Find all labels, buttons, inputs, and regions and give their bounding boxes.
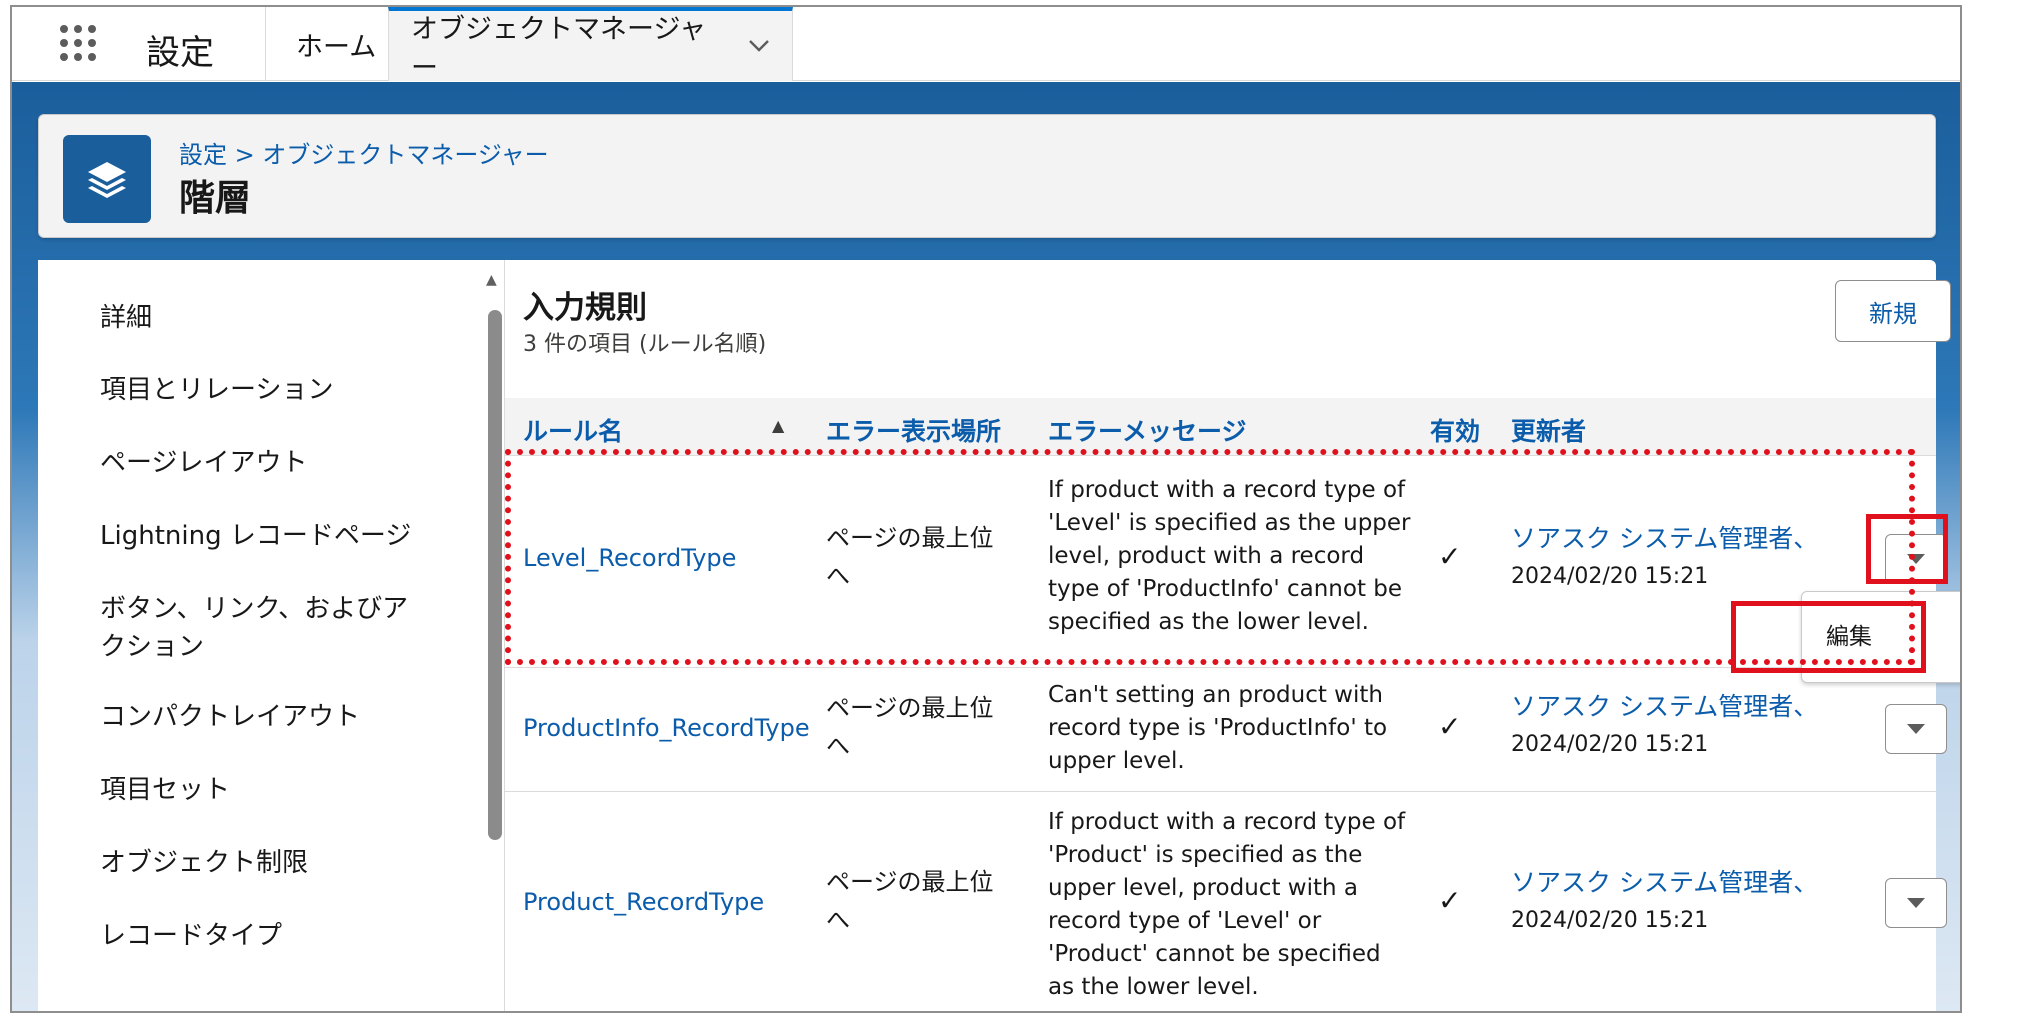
sidebar-item-fields[interactable]: 項目とリレーション	[100, 371, 333, 409]
app-name: 設定	[146, 33, 214, 73]
app-launcher-icon[interactable]	[60, 21, 100, 65]
col-error-message[interactable]: エラーメッセージ	[1048, 412, 1247, 448]
item-count: 3 件の項目 (ルール名順)	[523, 332, 767, 357]
rule-name-link[interactable]: ProductInfo_RecordType	[523, 712, 810, 745]
error-location: ページの最上位	[826, 694, 994, 722]
error-message-line: 'Product' is specified as the	[1048, 842, 1363, 868]
scroll-up-icon[interactable]: ▲	[486, 272, 497, 288]
sidebar-item-field-sets[interactable]: 項目セット	[100, 771, 230, 809]
layers-icon	[63, 135, 151, 223]
error-location: ページの最上位	[826, 868, 994, 896]
sidebar-item-buttons-links[interactable]: ボタン、リンク、およびア	[100, 590, 408, 628]
modified-date: 2024/02/20 15:21	[1511, 908, 1709, 933]
tab-object-manager-label: オブジェクトマネージャー	[411, 14, 707, 84]
sort-ascending-icon[interactable]: ▲	[772, 416, 784, 435]
global-nav: 設定 ホーム オブジェクトマネージャー	[12, 7, 1960, 84]
sidebar-item-buttons-links-cont[interactable]: クション	[100, 628, 204, 666]
breadcrumb[interactable]: 設定 > オブジェクトマネージャー	[179, 135, 549, 170]
sidebar-item-compact-layouts[interactable]: コンパクトレイアウト	[100, 698, 360, 736]
col-rule-name[interactable]: ルール名	[523, 412, 623, 448]
row-actions-button[interactable]	[1885, 704, 1947, 754]
nav-divider	[265, 7, 266, 81]
page-title: 階層	[179, 178, 252, 219]
row-actions-button[interactable]	[1885, 878, 1947, 928]
error-message-line: If product with a record type of	[1048, 809, 1406, 835]
table-header: ルール名 ▲ エラー表示場所 エラーメッセージ 有効 更新者	[505, 398, 1936, 456]
error-location-cont: へ	[826, 906, 850, 934]
sidebar-scrollbar[interactable]: ▲	[483, 260, 503, 1011]
annotation-highlight-menu-button	[1866, 514, 1948, 584]
sidebar-item-details[interactable]: 詳細	[100, 299, 152, 337]
new-button[interactable]: 新規	[1835, 280, 1951, 342]
scrollbar-thumb[interactable]	[488, 310, 502, 840]
sidebar-item-lightning-pages[interactable]: Lightning レコードページ	[100, 517, 411, 555]
error-message-line: record type of 'Level' or	[1048, 908, 1322, 934]
table-row: ProductInfo_RecordType ページの最上位 へ Can't s…	[505, 668, 1947, 792]
error-message-line: upper level.	[1048, 748, 1185, 774]
col-active[interactable]: 有効	[1430, 412, 1480, 448]
tab-object-manager[interactable]: オブジェクトマネージャー	[388, 7, 793, 84]
dropdown-arrow-icon	[1907, 898, 1925, 908]
error-message-line: as the lower level.	[1048, 974, 1259, 1000]
rule-name-link[interactable]: Product_RecordType	[523, 886, 764, 919]
active-check-icon: ✓	[1438, 884, 1462, 917]
annotation-highlight-row	[505, 449, 1915, 665]
error-message-line: Can't setting an product with	[1048, 682, 1383, 708]
error-message-line: record type is 'ProductInfo' to	[1048, 715, 1388, 741]
tab-home[interactable]: ホーム	[274, 7, 398, 81]
error-location-cont: へ	[826, 732, 850, 760]
modified-by-link[interactable]: ソアスク システム管理者、	[1511, 866, 1818, 899]
annotation-highlight-edit-item	[1731, 601, 1926, 673]
page-header: 設定 > オブジェクトマネージャー 階層	[38, 114, 1936, 238]
error-message-line: 'Product' cannot be specified	[1048, 941, 1381, 967]
dropdown-arrow-icon	[1907, 724, 1925, 734]
chevron-down-icon[interactable]	[748, 34, 770, 59]
section-title: 入力規則	[523, 290, 647, 326]
sidebar-item-object-limits[interactable]: オブジェクト制限	[100, 844, 308, 882]
table-row: Product_RecordType ページの最上位 へ If product …	[505, 792, 1947, 1011]
tab-home-label: ホーム	[296, 31, 377, 63]
col-modified-by[interactable]: 更新者	[1511, 412, 1586, 448]
modified-by-link[interactable]: ソアスク システム管理者、	[1511, 690, 1818, 723]
col-error-location[interactable]: エラー表示場所	[826, 412, 1001, 448]
modified-date: 2024/02/20 15:21	[1511, 732, 1709, 757]
object-sidebar: 詳細 項目とリレーション ページレイアウト Lightning レコードページ …	[38, 260, 483, 1011]
active-check-icon: ✓	[1438, 710, 1462, 743]
error-message-line: upper level, product with a	[1048, 875, 1358, 901]
sidebar-item-record-types[interactable]: レコードタイプ	[100, 917, 282, 955]
sidebar-item-page-layouts[interactable]: ページレイアウト	[100, 444, 307, 482]
